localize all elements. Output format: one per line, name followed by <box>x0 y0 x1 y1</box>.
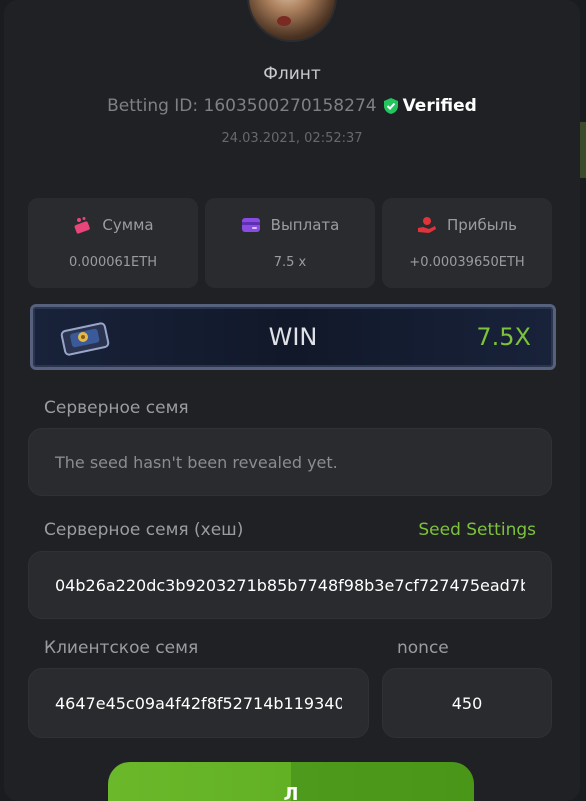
stat-label-profit: Прибыль <box>446 216 518 234</box>
nonce-label: nonce <box>397 638 449 658</box>
stat-label-amount: Сумма <box>102 216 154 234</box>
stat-label-payout: Выплата <box>270 216 340 234</box>
result-multiplier: 7.5X <box>476 323 531 351</box>
stat-value-payout: 7.5 x <box>273 255 307 270</box>
server-seed-hash-field[interactable]: 04b26a220dc3b9203271b85b7748f98b3e7cf727… <box>28 551 552 619</box>
backdrop-edge <box>580 122 586 178</box>
coins-icon <box>75 217 91 234</box>
stat-value-profit: +0.00039650ETH <box>409 255 525 270</box>
wallet-icon <box>241 218 260 232</box>
bet-details-modal: Флинт Betting ID: 1603500270158274 Verif… <box>4 0 580 801</box>
stat-card-payout: Выплата 7.5 x <box>205 198 375 288</box>
bet-timestamp: 24.03.2021, 02:52:37 <box>221 131 363 146</box>
betting-id-row: Betting ID: 1603500270158274 Verified <box>4 96 580 116</box>
stat-value-amount: 0.000061ETH <box>69 255 157 270</box>
nonce-field[interactable]: 450 <box>382 668 552 738</box>
betting-id: Betting ID: 1603500270158274 <box>107 96 377 116</box>
bottom-action-label: Л <box>283 784 299 801</box>
nonce-value: 450 <box>451 693 483 713</box>
server-seed-hash-value: 04b26a220dc3b9203271b85b7748f98b3e7cf727… <box>55 575 525 595</box>
verified-label: Verified <box>402 96 477 116</box>
seed-settings-link[interactable]: Seed Settings <box>418 520 536 540</box>
player-name: Флинт <box>263 64 321 84</box>
server-seed-field: The seed hasn't been revealed yet. <box>28 428 552 496</box>
result-banner: WIN 7.5X <box>30 304 556 370</box>
profit-hand-icon <box>417 217 436 233</box>
client-seed-field[interactable]: 4647e45c09a4f42f8f52714b1193408 <box>28 668 369 738</box>
server-seed-hash-label: Серверное семя (хеш) <box>44 520 244 540</box>
verified-badge: Verified <box>383 96 477 116</box>
stat-card-profit: Прибыль +0.00039650ETH <box>382 198 552 288</box>
client-seed-label: Клиентское семя <box>44 638 199 658</box>
server-seed-label: Серверное семя <box>44 398 189 418</box>
verified-shield-icon <box>383 98 398 114</box>
avatar-detail <box>277 16 291 26</box>
stat-card-amount: Сумма 0.000061ETH <box>28 198 198 288</box>
player-avatar <box>247 0 337 42</box>
client-seed-value: 4647e45c09a4f42f8f52714b1193408 <box>55 693 342 713</box>
result-label: WIN <box>268 323 318 351</box>
bottom-action-button[interactable]: Л <box>108 762 474 801</box>
server-seed-value: The seed hasn't been revealed yet. <box>55 452 338 472</box>
